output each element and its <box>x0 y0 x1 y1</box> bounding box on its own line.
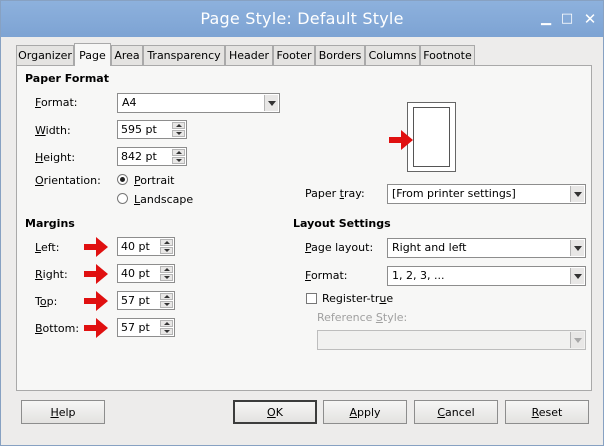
chevron-down-icon[interactable] <box>264 95 278 111</box>
tab-page[interactable]: Page <box>74 43 111 66</box>
page-tab-panel: Paper Format Format: A4 Width: 595 pt He… <box>16 65 592 391</box>
width-label: Width: <box>35 124 71 137</box>
spin-down-icon[interactable] <box>160 274 173 281</box>
spin-down-icon[interactable] <box>160 247 173 254</box>
chevron-down-icon[interactable] <box>570 186 584 202</box>
spin-up-icon[interactable] <box>160 320 173 327</box>
landscape-label[interactable]: Landscape <box>134 193 193 206</box>
bottom-margin-label: Bottom: <box>35 322 80 335</box>
paper-format-select[interactable]: A4 <box>117 93 280 113</box>
portrait-radio[interactable] <box>117 174 128 185</box>
paper-tray-label: Paper tray: <box>305 187 365 200</box>
width-stepper[interactable]: 595 pt <box>117 120 187 139</box>
bottom-margin-stepper[interactable]: 57 pt <box>117 318 175 337</box>
tab-footer[interactable]: Footer <box>273 45 315 65</box>
window-title: Page Style: Default Style <box>200 9 404 28</box>
maximize-icon[interactable]: □ <box>558 10 576 28</box>
tab-organizer[interactable]: Organizer <box>16 45 74 65</box>
page-layout-label: Page layout: <box>305 241 374 254</box>
spin-up-icon[interactable] <box>172 149 185 156</box>
top-margin-stepper[interactable]: 57 pt <box>117 291 175 310</box>
height-label: Height: <box>35 151 76 164</box>
paper-tray-select[interactable]: [From printer settings] <box>387 184 586 204</box>
red-arrow-icon <box>84 264 108 284</box>
height-stepper[interactable]: 842 pt <box>117 147 187 166</box>
spin-up-icon[interactable] <box>160 293 173 300</box>
tab-area[interactable]: Area <box>111 45 143 65</box>
spin-down-icon[interactable] <box>160 301 173 308</box>
paper-format-heading: Paper Format <box>25 72 109 85</box>
right-margin-stepper[interactable]: 40 pt <box>117 264 175 283</box>
tab-transparency[interactable]: Transparency <box>143 45 225 65</box>
tab-borders[interactable]: Borders <box>315 45 365 65</box>
close-icon[interactable]: ✕ <box>581 10 599 28</box>
red-arrow-icon <box>84 237 108 257</box>
reference-style-label: Reference Style: <box>317 311 408 324</box>
page-layout-select[interactable]: Right and left <box>387 238 586 258</box>
minimize-icon[interactable]: ▁ <box>537 10 555 28</box>
left-margin-label: Left: <box>35 241 60 254</box>
tab-header[interactable]: Header <box>225 45 273 65</box>
top-margin-label: Top: <box>35 295 58 308</box>
layout-settings-heading: Layout Settings <box>293 217 391 230</box>
reference-style-select[interactable] <box>317 330 586 350</box>
dialog-content: Organizer Page Area Transparency Header … <box>1 37 603 445</box>
chevron-down-icon[interactable] <box>570 268 584 284</box>
left-margin-stepper[interactable]: 40 pt <box>117 237 175 256</box>
reset-button[interactable]: Reset <box>505 400 589 424</box>
numbering-format-select[interactable]: 1, 2, 3, ... <box>387 266 586 286</box>
register-true-label[interactable]: Register-true <box>322 292 393 305</box>
red-arrow-icon <box>84 318 108 338</box>
register-true-checkbox[interactable] <box>306 293 317 304</box>
orientation-label: Orientation: <box>35 174 101 187</box>
right-margin-label: Right: <box>35 268 68 281</box>
title-bar[interactable]: Page Style: Default Style ▁ □ ✕ <box>1 1 603 37</box>
landscape-radio[interactable] <box>117 193 128 204</box>
page-style-dialog: Page Style: Default Style ▁ □ ✕ Organize… <box>0 0 604 446</box>
tab-columns[interactable]: Columns <box>365 45 420 65</box>
apply-button[interactable]: Apply <box>323 400 407 424</box>
cancel-button[interactable]: Cancel <box>414 400 498 424</box>
red-arrow-icon <box>84 291 108 311</box>
tab-footnote[interactable]: Footnote <box>420 45 475 65</box>
spin-up-icon[interactable] <box>160 266 173 273</box>
format-label: Format: <box>35 96 78 109</box>
ok-button[interactable]: OK <box>233 400 317 424</box>
spin-down-icon[interactable] <box>172 130 185 137</box>
red-arrow-icon <box>389 130 413 150</box>
portrait-label[interactable]: Portrait <box>134 174 174 187</box>
spin-up-icon[interactable] <box>172 122 185 129</box>
spin-up-icon[interactable] <box>160 239 173 246</box>
chevron-down-icon[interactable] <box>570 332 584 348</box>
page-preview <box>407 102 456 172</box>
spin-down-icon[interactable] <box>160 328 173 335</box>
numbering-format-label: Format: <box>305 269 348 282</box>
margins-heading: Margins <box>25 217 75 230</box>
chevron-down-icon[interactable] <box>570 240 584 256</box>
help-button[interactable]: Help <box>21 400 105 424</box>
spin-down-icon[interactable] <box>172 157 185 164</box>
